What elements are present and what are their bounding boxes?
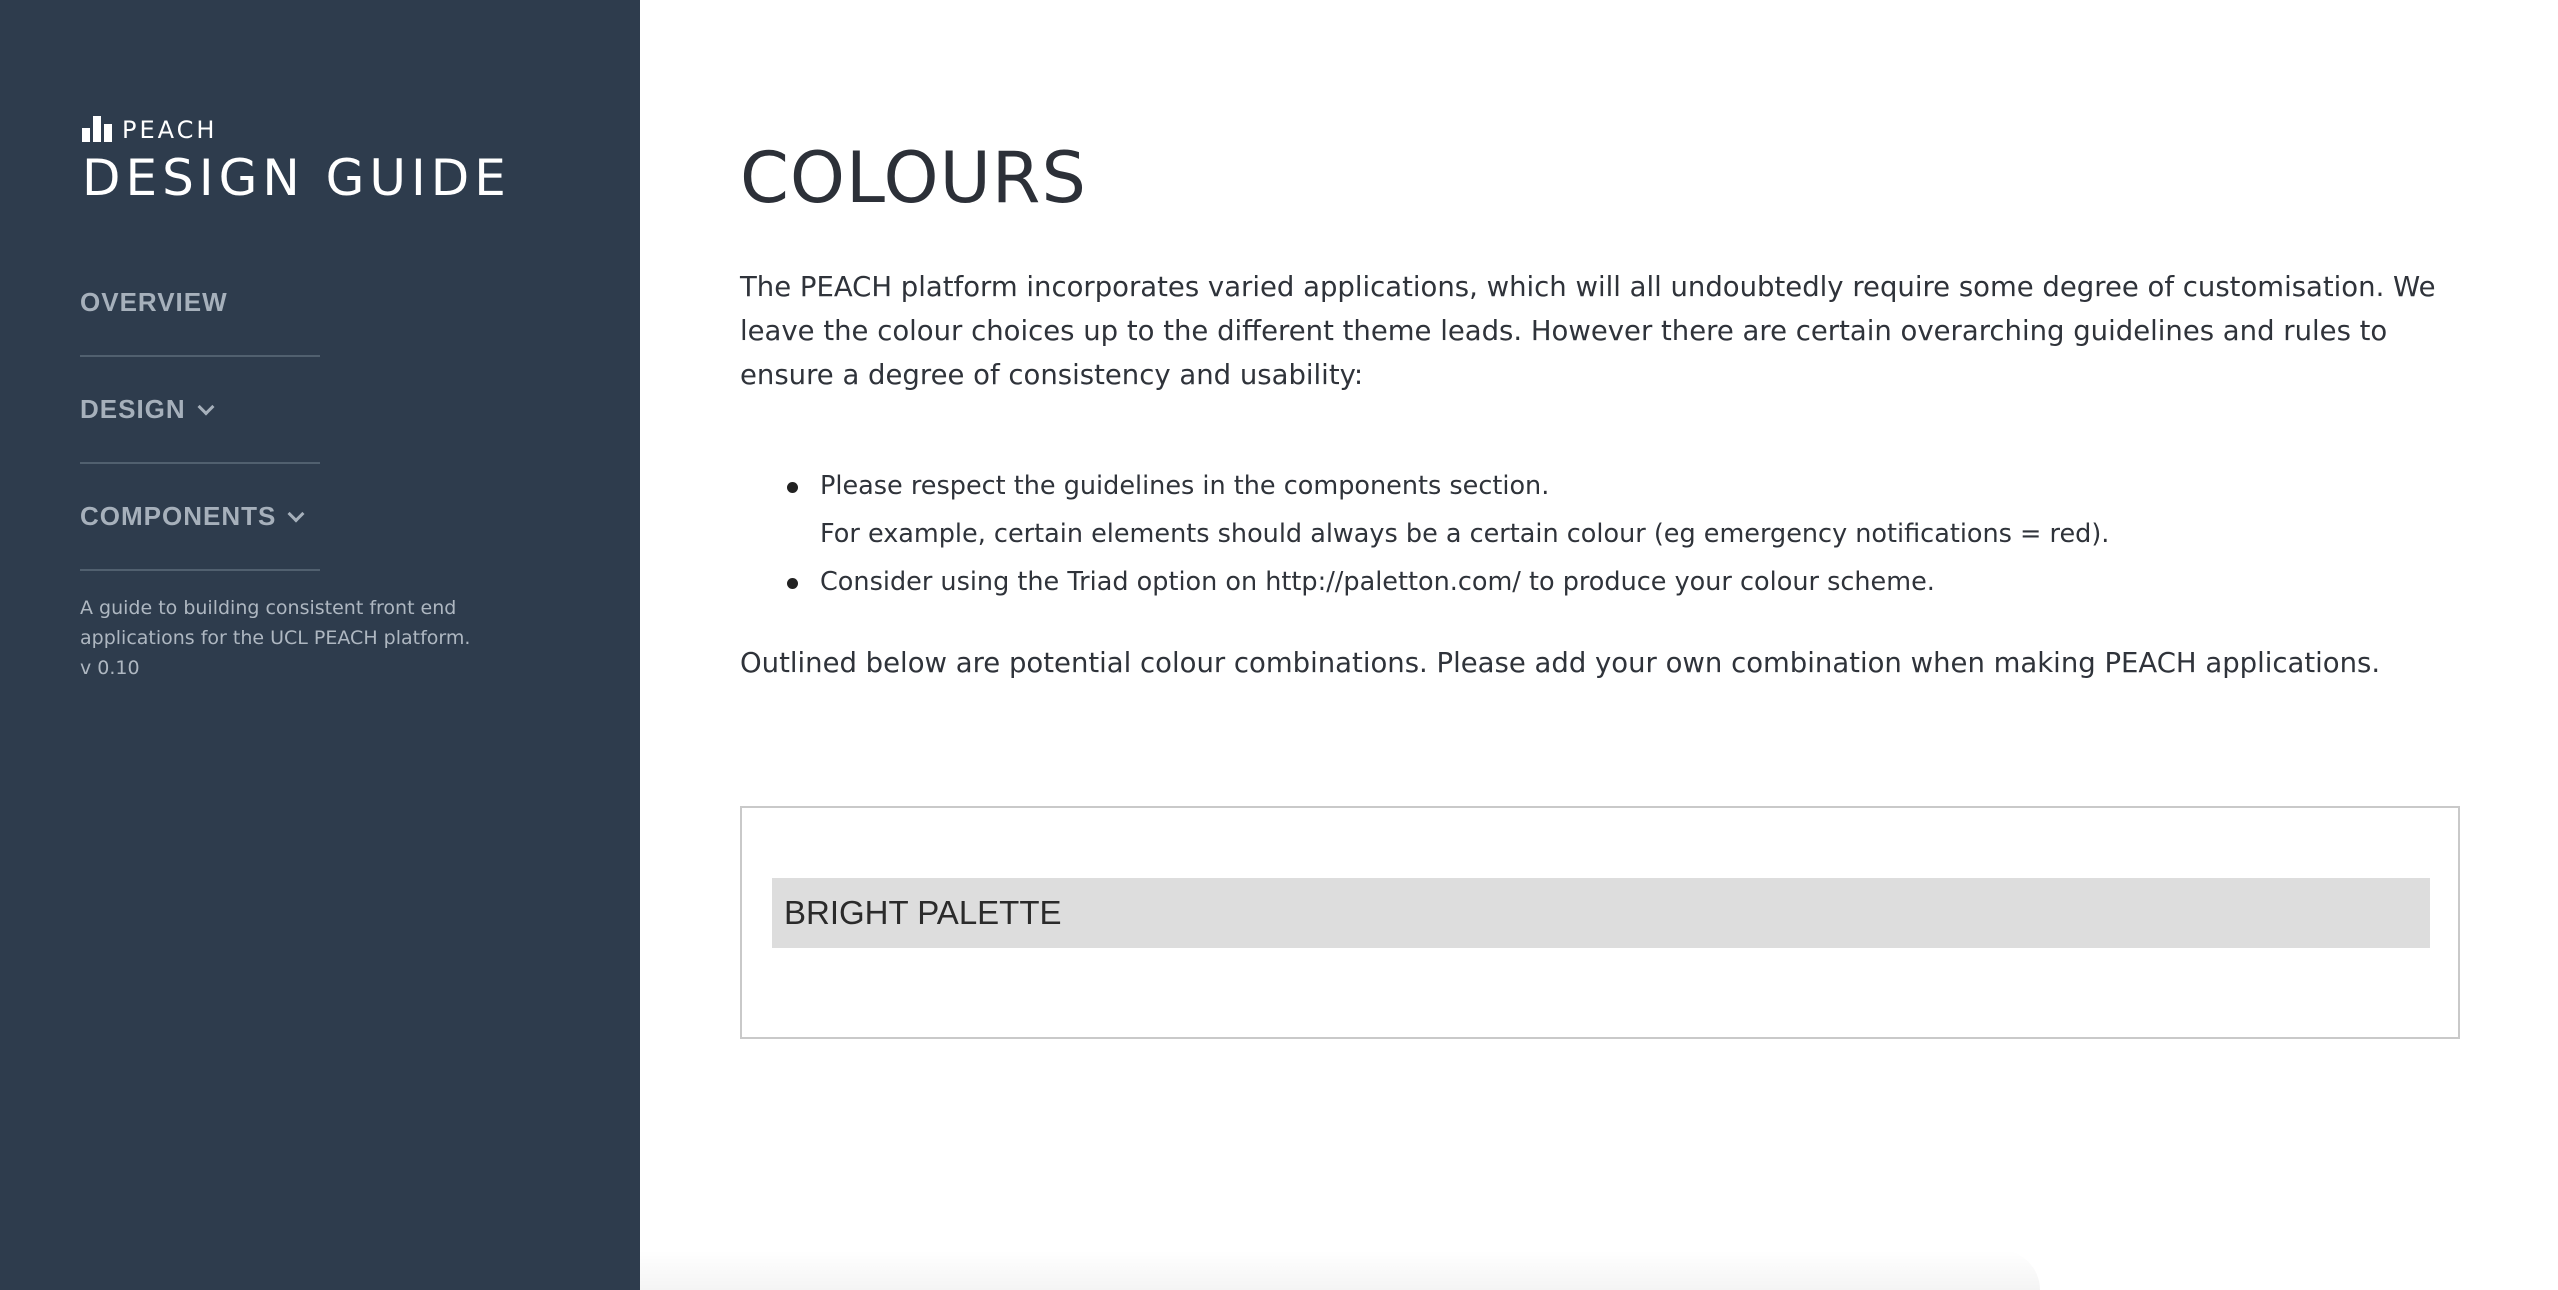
nav-item-label: OVERVIEW <box>80 287 228 317</box>
list-item-text: Consider using the Triad option on http:… <box>820 567 1935 597</box>
chevron-down-icon <box>197 398 215 415</box>
sidebar: PEACH DESIGN GUIDE OVERVIEW DESIGN COMPO… <box>0 0 640 1290</box>
brand[interactable]: PEACH DESIGN GUIDE <box>82 112 511 204</box>
nav-item-design[interactable]: DESIGN <box>80 357 320 464</box>
outline-paragraph: Outlined below are potential colour comb… <box>740 647 2381 679</box>
sidebar-description: A guide to building consistent front end… <box>80 593 500 683</box>
list-item: Consider using the Triad option on http:… <box>740 558 2440 606</box>
description-line: A guide to building consistent front end <box>80 597 457 619</box>
nav-item-label: DESIGN <box>80 394 186 424</box>
bar-chart-logo-icon <box>82 114 112 142</box>
brand-peach-label: PEACH <box>122 116 218 144</box>
palette-card: BRIGHT PALETTE <box>740 806 2460 1039</box>
list-item-subtext: For example, certain elements should alw… <box>820 519 2110 549</box>
page-title: COLOURS <box>740 137 1087 219</box>
nav-item-components[interactable]: COMPONENTS <box>80 464 320 571</box>
sidebar-nav: OVERVIEW DESIGN COMPONENTS <box>80 250 320 571</box>
list-item-text: Please respect the guidelines in the com… <box>820 471 1550 501</box>
brand-top: PEACH <box>82 112 511 142</box>
chevron-down-icon <box>287 505 305 522</box>
version-label: v 0.10 <box>80 657 140 679</box>
intro-paragraph: The PEACH platform incorporates varied a… <box>740 271 2436 391</box>
nav-item-overview[interactable]: OVERVIEW <box>80 250 320 357</box>
bullet-icon <box>787 578 798 589</box>
list-item: Please respect the guidelines in the com… <box>740 462 2440 558</box>
palette-title: BRIGHT PALETTE <box>772 878 2430 948</box>
bullet-icon <box>787 482 798 493</box>
nav-item-label: COMPONENTS <box>80 501 277 531</box>
bottom-shadow <box>640 1250 2040 1290</box>
brand-title: DESIGN GUIDE <box>82 149 511 207</box>
guidelines-list: Please respect the guidelines in the com… <box>740 462 2440 606</box>
description-line: applications for the UCL PEACH platform. <box>80 627 471 649</box>
main-content: COLOURS The PEACH platform incorporates … <box>640 0 2558 1290</box>
